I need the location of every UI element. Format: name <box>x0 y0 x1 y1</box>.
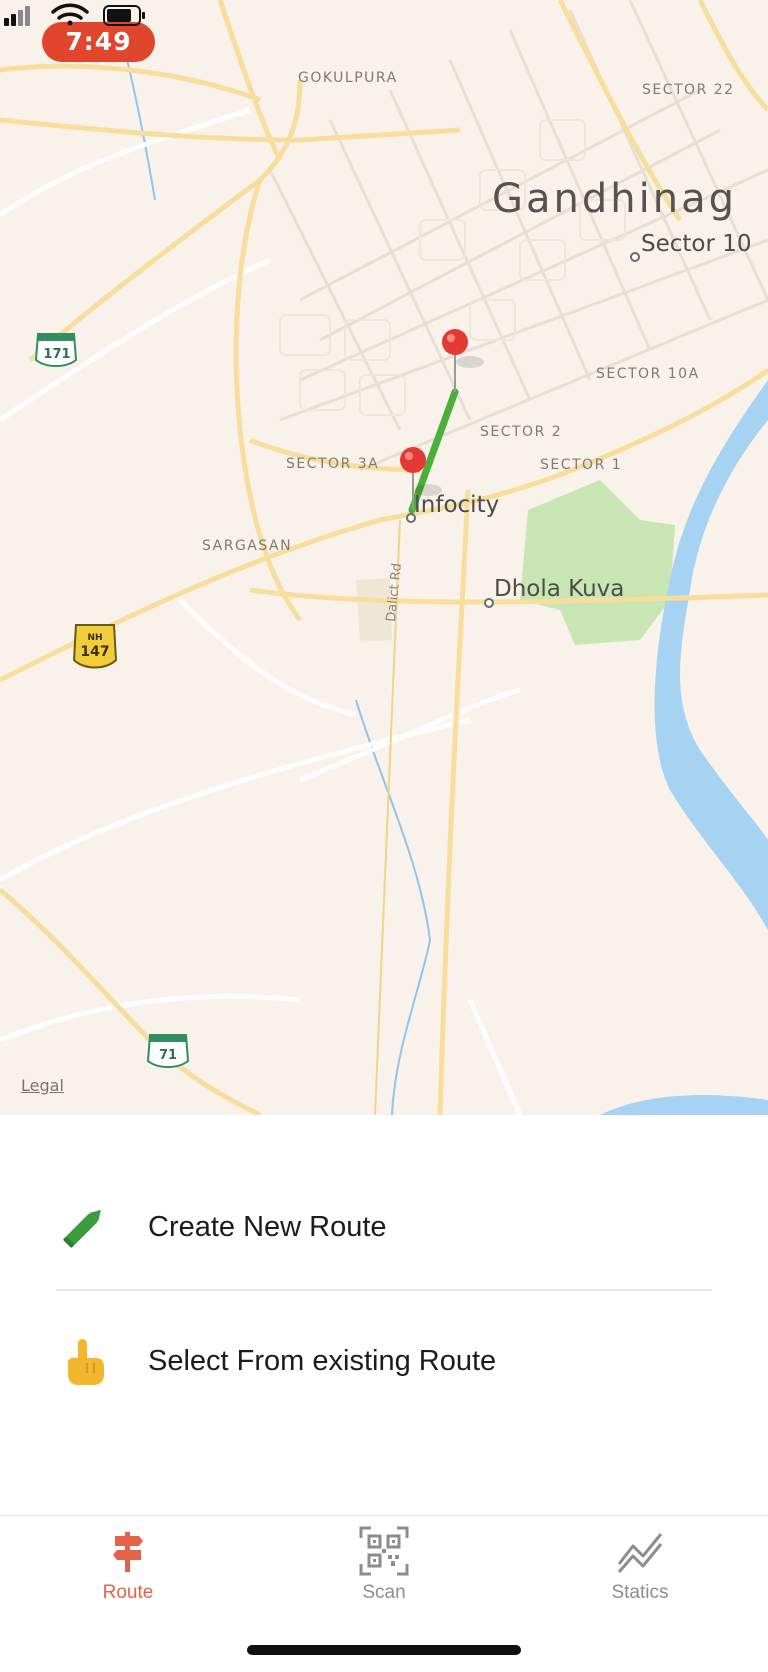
map-view[interactable]: 171 NH 147 71 7:49 GOKULPURA SECTOR 22 G… <box>0 0 768 1115</box>
poi-dholakuva-dot <box>484 598 494 608</box>
park-area <box>520 480 675 645</box>
pin-end-icon <box>442 329 484 392</box>
select-existing-route-label: Select From existing Route <box>148 1345 497 1377</box>
map-label-sector10: Sector 10 <box>641 231 752 257</box>
status-icons <box>4 3 145 26</box>
signpost-icon <box>113 1532 143 1572</box>
map-label-sector10a: SECTOR 10A <box>596 366 700 382</box>
create-new-route-label: Create New Route <box>148 1211 387 1243</box>
map-label-sector2: SECTOR 2 <box>480 424 563 440</box>
map-label-gokulpura: GOKULPURA <box>298 70 398 86</box>
phone-screen: 171 NH 147 71 7:49 GOKULPURA SECTOR 22 G… <box>0 0 768 1672</box>
shield-71-text: 71 <box>159 1048 177 1063</box>
map-label-sector1: SECTOR 1 <box>540 457 623 473</box>
route-options-panel: Create New Route Select From existing Ro… <box>0 1115 768 1515</box>
tab-scan[interactable]: Scan <box>256 1516 512 1626</box>
map-canvas: 171 NH 147 71 <box>0 0 768 1115</box>
tab-statics[interactable]: Statics <box>512 1516 768 1626</box>
map-label-dholakuva: Dhola Kuva <box>494 576 625 602</box>
pencil-icon <box>63 1210 101 1248</box>
tab-route-label: Route <box>102 1582 154 1603</box>
poi-sector10-dot <box>630 252 640 262</box>
river <box>654 380 768 930</box>
highway-171-shield-icon: 171 <box>34 333 78 367</box>
wifi-icon <box>51 3 89 26</box>
map-label-infocity: Infocity <box>414 492 500 518</box>
highway-nh147-shield-icon: NH 147 <box>72 624 118 669</box>
tab-scan-label: Scan <box>362 1582 406 1603</box>
home-indicator <box>247 1645 521 1655</box>
highway-71-shield-icon: 71 <box>146 1034 190 1068</box>
trend-chart-icon <box>617 1533 663 1573</box>
shield-nh-text: NH <box>87 633 102 643</box>
pointing-hand-icon <box>68 1339 104 1385</box>
map-label-sector3a: SECTOR 3A <box>286 456 380 472</box>
options-divider <box>56 1289 712 1291</box>
shield-147-text: 147 <box>80 644 109 660</box>
create-new-route-button[interactable]: Create New Route <box>0 1177 768 1277</box>
tab-statics-label: Statics <box>611 1582 669 1603</box>
shield-171-text: 171 <box>43 347 70 362</box>
battery-icon <box>103 5 145 26</box>
map-label-sector22: SECTOR 22 <box>642 82 735 98</box>
select-existing-route-button[interactable]: Select From existing Route <box>0 1311 768 1411</box>
river-bottom <box>600 1095 768 1115</box>
qr-code-icon <box>359 1526 409 1576</box>
tab-route[interactable]: Route <box>0 1516 256 1626</box>
map-label-city: Gandhinag <box>492 176 737 222</box>
map-label-sargasan: SARGASAN <box>202 538 293 554</box>
cellular-signal-icon <box>4 6 30 26</box>
stream-2 <box>355 699 432 1115</box>
legal-link[interactable]: Legal <box>21 1076 64 1095</box>
